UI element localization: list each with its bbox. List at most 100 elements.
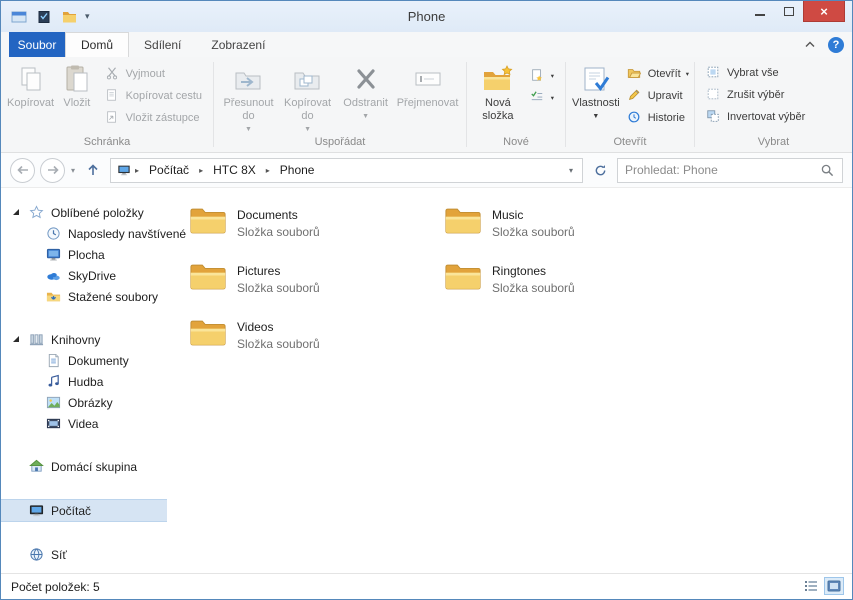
- folder-item-ringtones[interactable]: Ringtones Složka souborů: [444, 259, 699, 315]
- folder-item-videos[interactable]: Videos Složka souborů: [189, 315, 444, 371]
- history-label: Historie: [648, 112, 685, 124]
- invert-selection-button[interactable]: Invertovat výběr: [701, 106, 810, 128]
- breadcrumb-separator: ▸: [265, 166, 271, 175]
- paste-button[interactable]: Vložit: [56, 62, 97, 110]
- up-button[interactable]: [81, 158, 105, 182]
- sidebar-item-label: Hudba: [68, 375, 103, 389]
- new-folder-button[interactable]: Nová složka: [473, 62, 523, 123]
- cut-button[interactable]: Vyjmout: [100, 63, 207, 85]
- sidebar-item-homegroup[interactable]: Domácí skupina: [1, 456, 167, 477]
- delete-button[interactable]: Odstranit ▼: [338, 62, 393, 123]
- expand-triangle-icon[interactable]: [13, 209, 19, 215]
- delete-icon: [350, 63, 382, 95]
- open-folder-icon: [627, 66, 643, 82]
- homegroup-icon: [28, 459, 44, 475]
- pictures-icon: [45, 395, 61, 411]
- copy-path-button[interactable]: Kopírovat cestu: [100, 85, 207, 107]
- back-button[interactable]: [10, 158, 35, 183]
- breadcrumb-separator: ▸: [134, 166, 140, 175]
- select-all-button[interactable]: Vybrat vše: [701, 62, 784, 84]
- copy-label: Kopírovat: [7, 97, 54, 110]
- sidebar-item-desktop[interactable]: Plocha: [1, 244, 167, 265]
- breadcrumb-computer[interactable]: Počítač: [142, 163, 196, 177]
- recent-places-icon: [45, 226, 61, 242]
- expand-triangle-icon[interactable]: [13, 336, 19, 342]
- search-box: [617, 158, 843, 183]
- new-item-button[interactable]: ▾: [525, 65, 559, 87]
- forward-button[interactable]: [40, 158, 65, 183]
- qat-properties-icon[interactable]: [35, 8, 53, 26]
- search-input[interactable]: [625, 163, 819, 177]
- folder-item-documents[interactable]: Documents Složka souborů: [189, 203, 444, 259]
- sidebar-item-libraries[interactable]: Knihovny: [1, 329, 167, 350]
- address-history-dropdown[interactable]: ▾: [565, 166, 577, 175]
- cut-label: Vyjmout: [126, 68, 165, 80]
- new-item-icon: [530, 68, 546, 84]
- tab-share[interactable]: Sdílení: [129, 32, 196, 57]
- refresh-button[interactable]: [588, 158, 612, 182]
- help-button[interactable]: ?: [828, 37, 844, 53]
- copy-button[interactable]: Kopírovat: [7, 62, 54, 110]
- qat-new-folder-icon[interactable]: [60, 8, 78, 26]
- view-toggles: [801, 577, 844, 595]
- ribbon-group-new: Nová složka ▾ ▾: [467, 57, 565, 152]
- sidebar-item-videos[interactable]: Videa: [1, 413, 167, 434]
- thumbnails-view-button[interactable]: [824, 577, 844, 595]
- easy-access-button[interactable]: ▾: [525, 87, 559, 109]
- move-to-icon: [233, 63, 265, 95]
- invert-selection-icon: [706, 109, 722, 125]
- group-label-clipboard: Schránka: [1, 136, 213, 152]
- open-button[interactable]: Otevřít ▾: [622, 63, 694, 85]
- recent-locations-dropdown[interactable]: ▾: [70, 166, 76, 175]
- sidebar-item-network[interactable]: Síť: [1, 544, 167, 565]
- sidebar-item-skydrive[interactable]: SkyDrive: [1, 265, 167, 286]
- sidebar-item-downloads[interactable]: Stažené soubory: [1, 286, 167, 307]
- new-item-dropdown: ▾: [551, 72, 554, 80]
- qat-customize-dropdown[interactable]: ▾: [85, 11, 90, 22]
- breadcrumb-htc-8x[interactable]: HTC 8X: [206, 163, 263, 177]
- sidebar-item-computer[interactable]: Počítač: [1, 499, 167, 522]
- ribbon-group-clipboard: Kopírovat Vložit Vyjmout: [1, 57, 213, 152]
- history-button[interactable]: Historie: [622, 107, 694, 129]
- sidebar-item-documents[interactable]: Dokumenty: [1, 350, 167, 371]
- folder-item-pictures[interactable]: Pictures Složka souborů: [189, 259, 444, 315]
- folder-name: Ringtones: [492, 264, 575, 278]
- paste-shortcut-label: Vložit zástupce: [126, 112, 200, 124]
- copy-path-icon: [105, 88, 121, 104]
- folder-item-music[interactable]: Music Složka souborů: [444, 203, 699, 259]
- tab-view[interactable]: Zobrazení: [196, 32, 280, 57]
- file-menu-button[interactable]: Soubor: [9, 32, 65, 57]
- search-icon[interactable]: [819, 162, 835, 178]
- properties-label: Vlastnosti: [572, 97, 620, 110]
- sidebar-item-label: Videa: [68, 417, 98, 431]
- sidebar-item-label: Síť: [51, 548, 67, 562]
- rename-button[interactable]: Přejmenovat: [395, 62, 460, 110]
- sidebar-item-label: Plocha: [68, 248, 105, 262]
- music-note-icon: [45, 374, 61, 390]
- sidebar-item-favorites[interactable]: Oblíbené položky: [1, 202, 167, 223]
- copy-to-button[interactable]: Kopírovat do ▼: [279, 62, 336, 136]
- copy-path-label: Kopírovat cestu: [126, 90, 202, 102]
- copy-to-label: Kopírovat do: [279, 97, 336, 123]
- edit-button[interactable]: Upravit: [622, 85, 694, 107]
- sidebar-item-music[interactable]: Hudba: [1, 371, 167, 392]
- paste-shortcut-button[interactable]: Vložit zástupce: [100, 107, 207, 129]
- easy-access-icon: [530, 90, 546, 106]
- breadcrumb-phone[interactable]: Phone: [273, 163, 322, 177]
- new-folder-icon: [482, 63, 514, 95]
- close-button[interactable]: ×: [803, 1, 845, 22]
- select-all-icon: [706, 65, 722, 81]
- minimize-button[interactable]: [745, 1, 774, 22]
- folder-grid: Documents Složka souborů Music Složka so…: [189, 203, 852, 371]
- collapse-ribbon-button[interactable]: [802, 37, 818, 53]
- details-view-button[interactable]: [801, 577, 821, 595]
- maximize-button[interactable]: [774, 1, 803, 22]
- address-box[interactable]: ▸ Počítač ▸ HTC 8X ▸ Phone ▾: [110, 158, 583, 183]
- sidebar-item-pictures[interactable]: Obrázky: [1, 392, 167, 413]
- clear-selection-button[interactable]: Zrušit výběr: [701, 84, 789, 106]
- tab-home[interactable]: Domů: [65, 32, 129, 57]
- properties-button[interactable]: Vlastnosti ▼: [572, 62, 620, 123]
- move-to-button[interactable]: Přesunout do ▼: [220, 62, 277, 136]
- sidebar-item-recent-places[interactable]: Naposledy navštívené: [1, 223, 167, 244]
- sidebar-item-label: SkyDrive: [68, 269, 116, 283]
